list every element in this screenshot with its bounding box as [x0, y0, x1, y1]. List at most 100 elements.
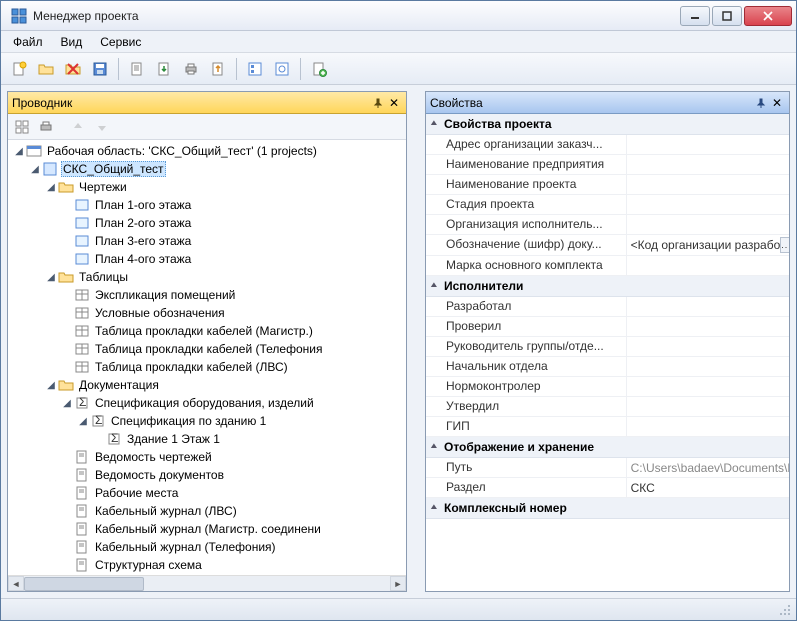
prop-name: Наименование проекта	[426, 175, 626, 194]
toolbar-delete-icon[interactable]	[61, 57, 85, 81]
tree-item[interactable]: Кабельный журнал (Магистр. соединени	[93, 522, 323, 536]
tree-node-project[interactable]: СКС_Общий_тест	[61, 161, 166, 177]
tree-item[interactable]: План 4-ого этажа	[93, 252, 193, 266]
toolbar-open-icon[interactable]	[34, 57, 58, 81]
prop-value[interactable]: C:\Users\badaev\Documents\Пр	[626, 458, 789, 477]
toolbar-new-icon[interactable]	[7, 57, 31, 81]
prop-name: Проверил	[426, 317, 626, 336]
prop-value[interactable]	[626, 256, 789, 275]
toolbar-save-icon[interactable]	[88, 57, 112, 81]
tree-folder-tables[interactable]: Таблицы	[77, 270, 130, 284]
explorer-print-icon[interactable]	[36, 117, 56, 137]
prop-category-executors[interactable]: Исполнители	[426, 276, 789, 297]
prop-value[interactable]	[626, 297, 789, 316]
toolbar-doc-icon[interactable]	[125, 57, 149, 81]
scroll-right-icon[interactable]: ►	[390, 576, 406, 591]
tree-item[interactable]: Здание 1 Этаж 1	[125, 432, 222, 446]
prop-category-project[interactable]: Свойства проекта	[426, 114, 789, 135]
toolbar-promote-icon[interactable]	[206, 57, 230, 81]
toolbar-add-icon[interactable]	[307, 57, 331, 81]
tree-item[interactable]: Ведомость документов	[93, 468, 226, 482]
properties-panel-title: Свойства	[430, 96, 753, 110]
prop-value[interactable]	[626, 175, 789, 194]
panel-close-icon[interactable]: ✕	[769, 95, 785, 111]
panel-splitter[interactable]	[413, 91, 419, 592]
expand-icon[interactable]: ◢	[44, 378, 58, 392]
menu-view[interactable]: Вид	[53, 33, 91, 51]
expand-icon[interactable]: ◢	[60, 396, 74, 410]
tree-item[interactable]: План 2-ого этажа	[93, 216, 193, 230]
scroll-thumb[interactable]	[24, 577, 144, 591]
tree-item[interactable]: План 3-его этажа	[93, 234, 193, 248]
prop-category-storage[interactable]: Отображение и хранение	[426, 437, 789, 458]
tree-item[interactable]: План 1-ого этажа	[93, 198, 193, 212]
explorer-up-icon[interactable]	[68, 117, 88, 137]
explorer-toolbar	[8, 114, 406, 140]
prop-value-text: <Код организации разрабо	[631, 238, 781, 252]
close-button[interactable]	[744, 6, 792, 26]
tree-folder-docs[interactable]: Документация	[77, 378, 161, 392]
prop-value[interactable]	[626, 195, 789, 214]
tree-item[interactable]: Ведомость чертежей	[93, 450, 214, 464]
table-icon	[74, 287, 90, 303]
tree-item[interactable]: Спецификация по зданию 1	[109, 414, 268, 428]
panel-close-icon[interactable]: ✕	[386, 95, 402, 111]
tree-item[interactable]: Кабельный журнал (ЛВС)	[93, 504, 239, 518]
workspace-icon	[26, 143, 42, 159]
expand-icon[interactable]: ◢	[76, 414, 90, 428]
pin-icon[interactable]	[753, 95, 769, 111]
explorer-view-icon[interactable]	[12, 117, 32, 137]
app-window: Менеджер проекта Файл Вид Сервис	[0, 0, 797, 621]
project-tree[interactable]: ◢Рабочая область: 'СКС_Общий_тест' (1 pr…	[8, 140, 406, 575]
tree-folder-drawings[interactable]: Чертежи	[77, 180, 129, 194]
prop-category-complex[interactable]: Комплексный номер	[426, 498, 789, 519]
prop-value[interactable]	[626, 155, 789, 174]
tree-item[interactable]: Спецификация оборудования, изделий	[93, 396, 316, 410]
tree-node-workspace[interactable]: Рабочая область: 'СКС_Общий_тест' (1 pro…	[45, 144, 319, 158]
expand-icon[interactable]: ◢	[12, 144, 26, 158]
prop-value[interactable]	[626, 397, 789, 416]
toolbar-properties-icon[interactable]	[243, 57, 267, 81]
maximize-button[interactable]	[712, 6, 742, 26]
prop-name: Разработал	[426, 297, 626, 316]
properties-grid[interactable]: Свойства проекта Адрес организации заказ…	[426, 114, 789, 591]
tree-item[interactable]: Кабельный журнал (Телефония)	[93, 540, 278, 554]
prop-name: Утвердил	[426, 397, 626, 416]
tree-item[interactable]: Таблица прокладки кабелей (Магистр.)	[93, 324, 315, 338]
scroll-left-icon[interactable]: ◄	[8, 576, 24, 591]
horizontal-scrollbar[interactable]: ◄ ►	[8, 575, 406, 591]
minimize-button[interactable]	[680, 6, 710, 26]
tree-item[interactable]: Таблица прокладки кабелей (Телефония	[93, 342, 324, 356]
prop-value[interactable]	[626, 215, 789, 234]
tree-item[interactable]: Структурная схема	[93, 558, 204, 572]
toolbar-print-icon[interactable]	[179, 57, 203, 81]
prop-value[interactable]	[626, 417, 789, 436]
prop-value[interactable]	[626, 357, 789, 376]
pin-icon[interactable]	[370, 95, 386, 111]
tree-item[interactable]: Рабочие места	[93, 486, 180, 500]
table-icon	[74, 323, 90, 339]
expand-icon[interactable]: ◢	[44, 270, 58, 284]
toolbar-export-icon[interactable]	[152, 57, 176, 81]
tree-item[interactable]: Экспликация помещений	[93, 288, 237, 302]
menu-file[interactable]: Файл	[5, 33, 51, 51]
ellipsis-button[interactable]: ...	[780, 237, 789, 253]
expand-icon[interactable]: ◢	[28, 162, 42, 176]
explorer-down-icon[interactable]	[92, 117, 112, 137]
prop-value[interactable]	[626, 337, 789, 356]
folder-icon	[58, 377, 74, 393]
menu-service[interactable]: Сервис	[92, 33, 149, 51]
toolbar-settings-icon[interactable]	[270, 57, 294, 81]
tree-item[interactable]: Условные обозначения	[93, 306, 227, 320]
prop-name: Стадия проекта	[426, 195, 626, 214]
prop-name: Раздел	[426, 478, 626, 497]
prop-value[interactable]: СКС	[626, 478, 789, 497]
prop-value[interactable]	[626, 377, 789, 396]
tree-item[interactable]: Таблица прокладки кабелей (ЛВС)	[93, 360, 290, 374]
resize-grip-icon[interactable]	[778, 603, 792, 617]
prop-name: Адрес организации заказч...	[426, 135, 626, 154]
prop-value[interactable]: <Код организации разрабо...	[626, 235, 789, 255]
prop-value[interactable]	[626, 135, 789, 154]
prop-value[interactable]	[626, 317, 789, 336]
expand-icon[interactable]: ◢	[44, 180, 58, 194]
